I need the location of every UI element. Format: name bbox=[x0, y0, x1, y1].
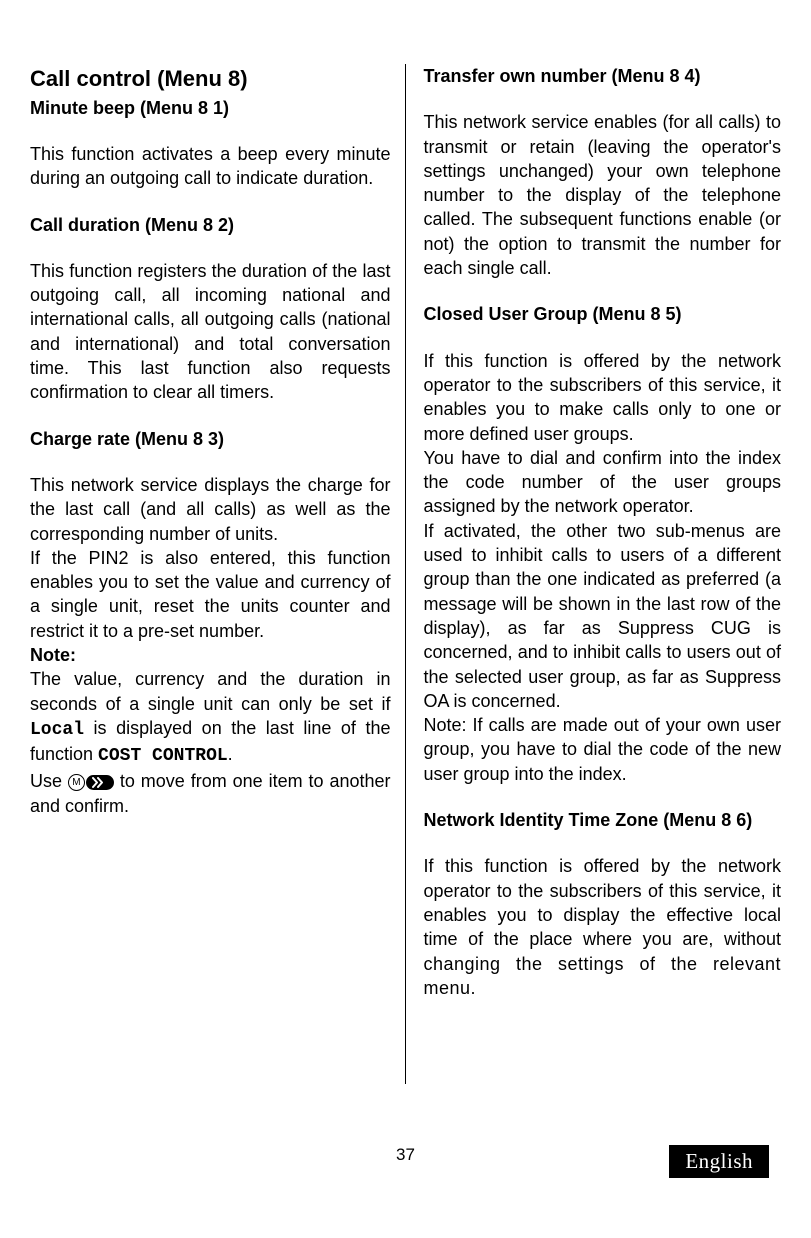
body-text: Note: If calls are made out of your own … bbox=[424, 713, 782, 786]
subsection-heading: Minute beep (Menu 8 1) bbox=[30, 96, 391, 120]
manual-page: Call control (Menu 8) Minute beep (Menu … bbox=[0, 0, 811, 1238]
text-fragment: . bbox=[228, 744, 233, 764]
text-fragment: changing the settings of the relevant me… bbox=[424, 954, 782, 998]
m-key-icon: M bbox=[68, 770, 114, 794]
inline-code: COST CONTROL bbox=[98, 746, 228, 766]
language-badge: English bbox=[669, 1145, 769, 1178]
body-text: If this function is offered by the netwo… bbox=[424, 854, 782, 1000]
subsection-heading: Call duration (Menu 8 2) bbox=[30, 213, 391, 237]
text-fragment: If this function is offered by the netwo… bbox=[424, 856, 782, 949]
arrow-pill-icon bbox=[86, 775, 114, 790]
body-text: Use M to move from one item to anot­her … bbox=[30, 769, 391, 819]
body-text: This network service displays the charge… bbox=[30, 473, 391, 546]
section-title: Call control (Menu 8) bbox=[30, 64, 391, 94]
page-number: 37 bbox=[396, 1144, 415, 1167]
right-column: Transfer own number (Menu 8 4) This netw… bbox=[406, 64, 796, 1084]
body-text: This function registers the duration of … bbox=[30, 259, 391, 405]
subsection-heading: Closed User Group (Menu 8 5) bbox=[424, 302, 782, 326]
note-label: Note: bbox=[30, 643, 391, 667]
left-column: Call control (Menu 8) Minute beep (Menu … bbox=[16, 64, 406, 1084]
body-text: If the PIN2 is also entered, this functi… bbox=[30, 546, 391, 643]
m-letter: M bbox=[68, 774, 85, 791]
body-text: This network service enables (for all ca… bbox=[424, 110, 782, 280]
body-text: If this function is offered by the netwo… bbox=[424, 349, 782, 446]
footer: 37 English bbox=[0, 1144, 811, 1174]
body-text: This function activates a beep every mi­… bbox=[30, 142, 391, 191]
body-text: You have to dial and confirm into the in… bbox=[424, 446, 782, 519]
subsection-heading: Transfer own number (Menu 8 4) bbox=[424, 64, 782, 88]
text-fragment: The value, currency and the duration in … bbox=[30, 669, 391, 713]
body-text: If activated, the other two sub-menus ar… bbox=[424, 519, 782, 713]
subsection-heading: Charge rate (Menu 8 3) bbox=[30, 427, 391, 451]
columns: Call control (Menu 8) Minute beep (Menu … bbox=[16, 64, 795, 1084]
body-text: The value, currency and the duration in … bbox=[30, 667, 391, 768]
subsection-heading: Network Identity Time Zone (Menu 8 6) bbox=[424, 808, 782, 832]
inline-code: Local bbox=[30, 720, 84, 740]
text-fragment: Use bbox=[30, 771, 68, 791]
